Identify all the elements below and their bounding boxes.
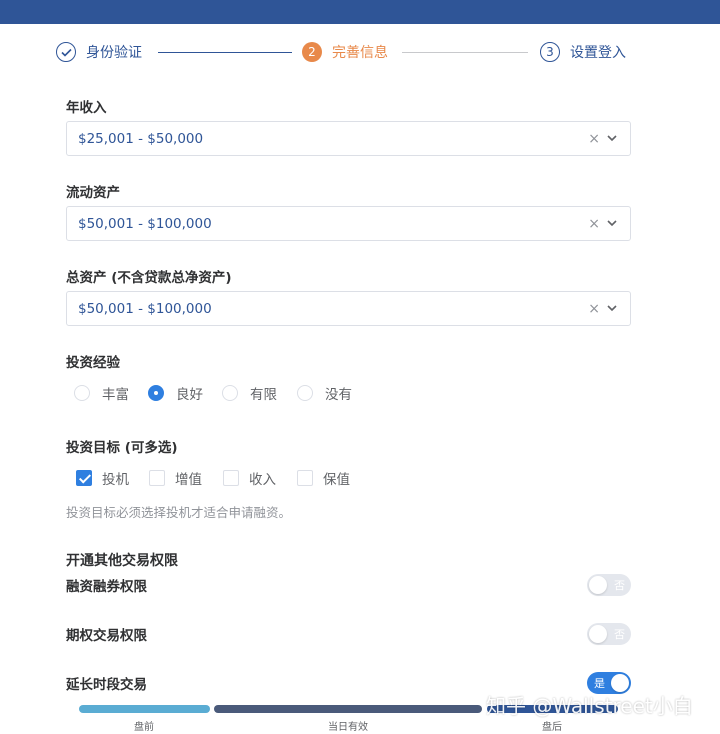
clear-icon[interactable]: × — [588, 131, 600, 147]
top-header-bar — [0, 0, 720, 24]
checkbox-box[interactable] — [149, 470, 165, 486]
clear-icon[interactable]: × — [588, 216, 600, 232]
chevron-down-icon[interactable] — [606, 216, 618, 230]
select-value: $25,001 - $50,000 — [78, 131, 204, 147]
session-premarket-bar — [79, 705, 210, 713]
session-regular-label: 当日有效 — [328, 722, 368, 733]
options-permission-label: 期权交易权限 — [66, 628, 147, 644]
step-connector — [158, 52, 292, 53]
radio-good[interactable]: 良好 — [148, 383, 203, 403]
select-value: $50,001 - $100,000 — [78, 216, 212, 232]
toggle-text: 是 — [594, 677, 605, 690]
radio-label: 有限 — [250, 387, 277, 403]
step-label: 身份验证 — [86, 45, 142, 61]
step-label: 完善信息 — [332, 45, 388, 61]
toggle-knob — [589, 625, 607, 643]
checkbox-income[interactable]: 收入 — [223, 468, 276, 488]
investment-objectives-label: 投资目标 (可多选) — [66, 440, 178, 456]
checkbox-growth[interactable]: 增值 — [149, 468, 202, 488]
checkbox-box[interactable] — [223, 470, 239, 486]
radio-circle[interactable] — [74, 385, 90, 401]
radio-label: 良好 — [176, 387, 203, 403]
step-identity-verification[interactable]: 身份验证 — [56, 38, 142, 66]
radio-circle[interactable] — [297, 385, 313, 401]
stepper: 身份验证 2 完善信息 3 设置登入 — [56, 38, 636, 66]
margin-permission-label: 融资融券权限 — [66, 579, 147, 595]
annual-income-select[interactable]: $25,001 - $50,000 × — [66, 121, 631, 156]
chevron-down-icon[interactable] — [606, 131, 618, 145]
margin-permission-toggle[interactable]: 否 — [587, 574, 631, 596]
step-setup-login[interactable]: 3 设置登入 — [540, 38, 626, 66]
checkbox-speculation[interactable]: 投机 — [76, 468, 129, 488]
radio-circle[interactable] — [222, 385, 238, 401]
check-circle-icon — [56, 42, 76, 62]
liquid-assets-select[interactable]: $50,001 - $100,000 × — [66, 206, 631, 241]
radio-circle[interactable] — [148, 385, 164, 401]
checkbox-box[interactable] — [76, 470, 92, 486]
checkbox-label: 收入 — [249, 472, 276, 488]
radio-rich[interactable]: 丰富 — [74, 383, 129, 403]
watermark-text: 知乎 @Wallstreet小白 — [486, 694, 693, 718]
session-regular-bar — [214, 705, 482, 713]
session-premarket-label: 盘前 — [134, 722, 154, 733]
toggle-knob — [589, 576, 607, 594]
select-value: $50,001 - $100,000 — [78, 301, 212, 317]
checkbox-preservation[interactable]: 保值 — [297, 468, 350, 488]
checkbox-box[interactable] — [297, 470, 313, 486]
radio-label: 没有 — [325, 387, 352, 403]
step-connector — [402, 52, 528, 53]
chevron-down-icon[interactable] — [606, 301, 618, 315]
objectives-hint: 投资目标必须选择投机才适合申请融资。 — [66, 505, 292, 520]
checkbox-label: 增值 — [175, 472, 202, 488]
step-complete-info[interactable]: 2 完善信息 — [302, 38, 388, 66]
options-permission-toggle[interactable]: 否 — [587, 623, 631, 645]
toggle-text: 否 — [614, 628, 625, 641]
radio-limited[interactable]: 有限 — [222, 383, 277, 403]
session-afterhours-label: 盘后 — [542, 722, 562, 733]
total-assets-select[interactable]: $50,001 - $100,000 × — [66, 291, 631, 326]
permissions-title: 开通其他交易权限 — [66, 553, 178, 569]
checkbox-label: 投机 — [102, 472, 129, 488]
checkbox-label: 保值 — [323, 472, 350, 488]
radio-label: 丰富 — [102, 387, 129, 403]
step-label: 设置登入 — [570, 45, 626, 61]
radio-none[interactable]: 没有 — [297, 383, 352, 403]
total-assets-label: 总资产 (不含贷款总净资产) — [66, 270, 232, 286]
step-number: 3 — [540, 42, 560, 62]
clear-icon[interactable]: × — [588, 301, 600, 317]
toggle-text: 否 — [614, 579, 625, 592]
investment-experience-label: 投资经验 — [66, 355, 120, 371]
extended-hours-label: 延长时段交易 — [66, 677, 147, 693]
liquid-assets-label: 流动资产 — [66, 185, 120, 201]
step-number: 2 — [302, 42, 322, 62]
annual-income-label: 年收入 — [66, 100, 107, 116]
